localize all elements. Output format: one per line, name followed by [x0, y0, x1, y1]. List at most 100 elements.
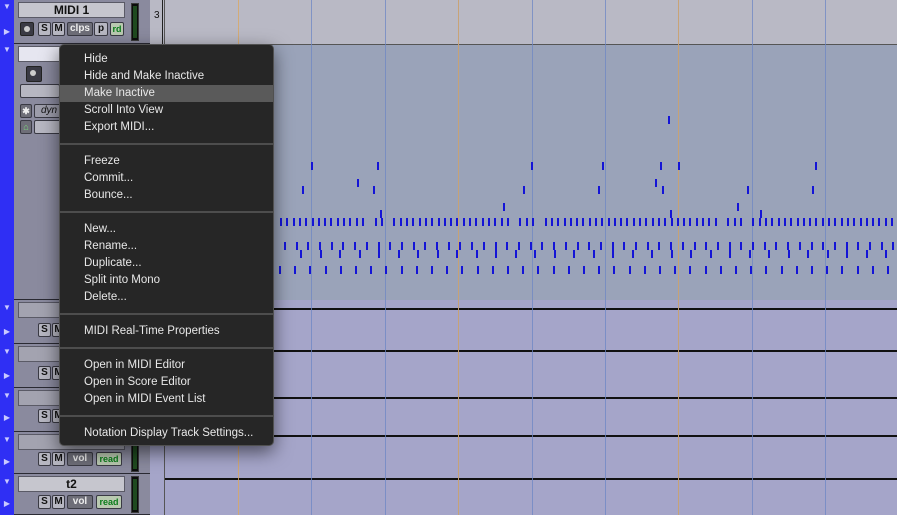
midi-note[interactable]: [822, 218, 824, 226]
midi-note[interactable]: [359, 250, 361, 258]
menu-item-rename[interactable]: Rename...: [60, 238, 273, 255]
midi-note[interactable]: [682, 242, 684, 250]
midi-note[interactable]: [340, 266, 342, 274]
midi-note[interactable]: [309, 266, 311, 274]
midi-note[interactable]: [534, 250, 536, 258]
midi-note[interactable]: [826, 266, 828, 274]
midi-note[interactable]: [456, 250, 458, 258]
midi-note[interactable]: [696, 218, 698, 226]
midi-note[interactable]: [822, 242, 824, 250]
midi-note[interactable]: [373, 186, 375, 194]
track-header-t2[interactable]: t2 S M vol read: [14, 474, 150, 515]
midi-note[interactable]: [717, 242, 719, 250]
midi-note[interactable]: [846, 250, 848, 258]
midi-note[interactable]: [729, 250, 731, 258]
midi-note[interactable]: [381, 218, 383, 226]
mute-button[interactable]: M: [52, 452, 65, 466]
midi-note[interactable]: [377, 162, 379, 170]
midi-note[interactable]: [620, 218, 622, 226]
midi-note[interactable]: [393, 218, 395, 226]
midi-note[interactable]: [342, 242, 344, 250]
midi-note[interactable]: [523, 186, 525, 194]
midi-note[interactable]: [337, 218, 339, 226]
midi-note[interactable]: [705, 242, 707, 250]
midi-note[interactable]: [857, 266, 859, 274]
midi-note[interactable]: [860, 218, 862, 226]
midi-note[interactable]: [644, 266, 646, 274]
midi-note[interactable]: [531, 162, 533, 170]
midi-note[interactable]: [632, 250, 634, 258]
timeline-ruler[interactable]: 3: [150, 0, 897, 45]
midi-note[interactable]: [892, 242, 894, 250]
midi-note[interactable]: [416, 266, 418, 274]
midi-note[interactable]: [280, 218, 282, 226]
midi-note[interactable]: [614, 218, 616, 226]
midi-note[interactable]: [737, 203, 739, 211]
midi-note[interactable]: [448, 242, 450, 250]
midi-note[interactable]: [519, 218, 521, 226]
expand-triangle-icon[interactable]: ▼: [3, 392, 11, 400]
midi-note[interactable]: [582, 218, 584, 226]
expand-triangle-icon[interactable]: ▼: [3, 3, 11, 11]
menu-item-open-in-midi-event-list[interactable]: Open in MIDI Event List: [60, 391, 273, 408]
midi-note[interactable]: [705, 266, 707, 274]
midi-note[interactable]: [302, 186, 304, 194]
expand-triangle-icon[interactable]: ▼: [3, 478, 11, 486]
menu-item-commit[interactable]: Commit...: [60, 170, 273, 187]
midi-note[interactable]: [765, 266, 767, 274]
midi-note[interactable]: [431, 218, 433, 226]
midi-note[interactable]: [279, 266, 281, 274]
midi-note[interactable]: [891, 218, 893, 226]
midi-note[interactable]: [872, 266, 874, 274]
midi-note[interactable]: [602, 162, 604, 170]
midi-note[interactable]: [286, 218, 288, 226]
midi-note[interactable]: [492, 266, 494, 274]
track-lane-7[interactable]: [150, 474, 897, 515]
midi-note[interactable]: [438, 218, 440, 226]
midi-note[interactable]: [294, 266, 296, 274]
view-selector[interactable]: vol: [67, 495, 93, 509]
midi-note[interactable]: [565, 242, 567, 250]
midi-note[interactable]: [834, 242, 836, 250]
midi-note[interactable]: [425, 218, 427, 226]
midi-note[interactable]: [324, 218, 326, 226]
midi-note[interactable]: [401, 242, 403, 250]
midi-note[interactable]: [583, 266, 585, 274]
midi-note[interactable]: [803, 218, 805, 226]
midi-note[interactable]: [633, 218, 635, 226]
midi-note[interactable]: [545, 218, 547, 226]
solo-button[interactable]: S: [38, 323, 51, 337]
midi-note[interactable]: [424, 242, 426, 250]
midi-note[interactable]: [664, 218, 666, 226]
midi-note[interactable]: [532, 218, 534, 226]
midi-note[interactable]: [568, 266, 570, 274]
menu-item-hide[interactable]: Hide: [60, 51, 273, 68]
midi-note[interactable]: [853, 218, 855, 226]
record-arm-button[interactable]: [20, 22, 34, 36]
midi-note[interactable]: [841, 218, 843, 226]
midi-note[interactable]: [652, 218, 654, 226]
track-option-button[interactable]: [20, 84, 60, 98]
midi-note[interactable]: [799, 242, 801, 250]
midi-note[interactable]: [729, 242, 731, 250]
midi-note[interactable]: [483, 242, 485, 250]
midi-note[interactable]: [362, 218, 364, 226]
midi-note[interactable]: [375, 218, 377, 226]
midi-note[interactable]: [488, 218, 490, 226]
midi-note[interactable]: [878, 218, 880, 226]
midi-note[interactable]: [887, 266, 889, 274]
midi-note[interactable]: [284, 242, 286, 250]
midi-note[interactable]: [444, 218, 446, 226]
midi-note[interactable]: [623, 242, 625, 250]
midi-note[interactable]: [670, 242, 672, 250]
midi-note[interactable]: [815, 162, 817, 170]
midi-note[interactable]: [530, 242, 532, 250]
midi-note[interactable]: [797, 218, 799, 226]
midi-note[interactable]: [551, 218, 553, 226]
midi-note[interactable]: [495, 242, 497, 250]
midi-note[interactable]: [366, 242, 368, 250]
midi-note[interactable]: [506, 242, 508, 250]
midi-note[interactable]: [885, 250, 887, 258]
mute-button[interactable]: M: [52, 22, 65, 36]
midi-note[interactable]: [356, 218, 358, 226]
